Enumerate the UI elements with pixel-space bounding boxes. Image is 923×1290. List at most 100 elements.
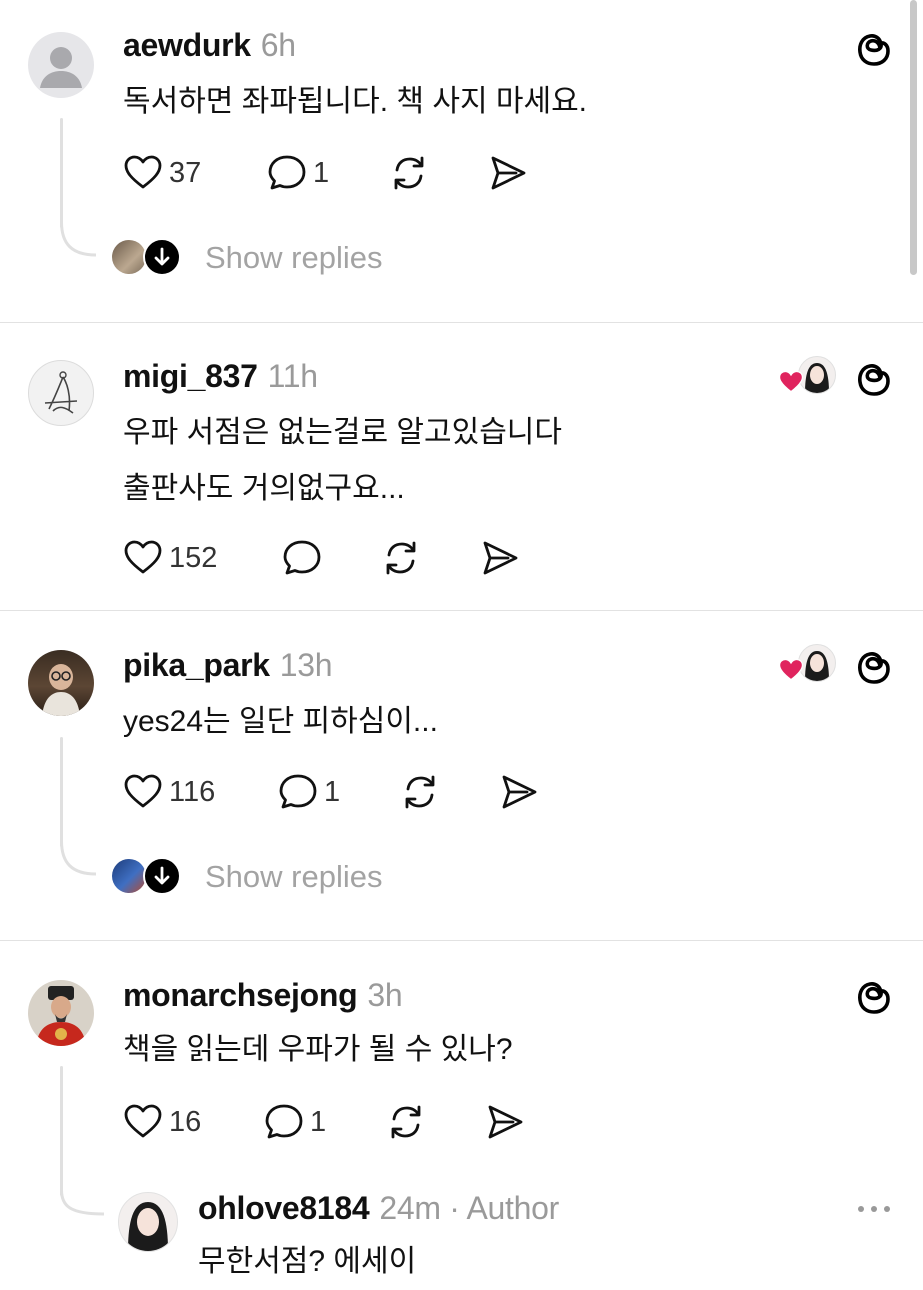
post-text-line: 책을 읽는데 우파가 될 수 있나? bbox=[123, 1033, 513, 1066]
send-icon bbox=[499, 772, 539, 812]
liked-heart-icon bbox=[778, 370, 804, 393]
avatar[interactable] bbox=[28, 980, 94, 1046]
show-replies-link[interactable]: Show replies bbox=[205, 240, 382, 276]
username[interactable]: aewdurk 6h bbox=[123, 27, 296, 64]
like-count: 16 bbox=[169, 1105, 202, 1138]
send-icon bbox=[488, 153, 528, 193]
divider bbox=[0, 322, 923, 323]
expand-badge[interactable] bbox=[143, 238, 181, 276]
avatar[interactable] bbox=[28, 650, 94, 716]
like-button[interactable]: 16 bbox=[123, 1102, 201, 1142]
send-icon bbox=[485, 1102, 525, 1142]
like-button[interactable]: 37 bbox=[123, 153, 201, 193]
king-portrait-avatar-image bbox=[36, 986, 86, 1046]
divider bbox=[0, 610, 923, 611]
reply-avatar bbox=[112, 859, 146, 893]
post-text: 독서하면 좌파됩니다. 책 사지 마세요. bbox=[123, 74, 587, 130]
comment-button[interactable]: 1 bbox=[264, 1102, 326, 1142]
heart-icon bbox=[123, 772, 163, 812]
share-button[interactable] bbox=[488, 153, 528, 193]
username-text[interactable]: aewdurk bbox=[123, 27, 251, 63]
heart-icon bbox=[123, 538, 163, 578]
post-text-line: 출판사도 거의없구요... bbox=[123, 472, 405, 505]
repost-icon bbox=[389, 153, 429, 193]
reply-avatar bbox=[112, 240, 146, 274]
comment-button[interactable]: 1 bbox=[278, 772, 340, 812]
share-button[interactable] bbox=[480, 538, 520, 578]
reply-text-line: 무한서점? 에세이 bbox=[198, 1245, 417, 1278]
thread-line bbox=[60, 118, 63, 228]
avatar[interactable] bbox=[28, 32, 94, 98]
username[interactable]: monarchsejong 3h bbox=[123, 977, 403, 1014]
comment-button[interactable]: 1 bbox=[267, 153, 329, 193]
more-dots-icon[interactable] bbox=[855, 1198, 893, 1220]
comment-bubble-icon bbox=[282, 538, 322, 578]
show-replies-link[interactable]: Show replies bbox=[205, 859, 382, 895]
post-text-line: 독서하면 좌파됩니다. 책 사지 마세요. bbox=[123, 85, 588, 118]
default-person-icon bbox=[40, 47, 82, 88]
post-text-line: 우파 서점은 없는걸로 알고있습니다 bbox=[123, 416, 563, 449]
arrow-down-icon bbox=[154, 866, 170, 885]
threads-logo-icon[interactable] bbox=[854, 647, 894, 687]
post-text: yes24는 일단 피하심이... bbox=[123, 694, 438, 750]
expand-badge[interactable] bbox=[143, 857, 181, 895]
repost-button[interactable] bbox=[400, 772, 440, 812]
like-count: 37 bbox=[169, 156, 202, 189]
threads-logo-icon[interactable] bbox=[854, 29, 894, 69]
heart-icon bbox=[123, 153, 163, 193]
timestamp: 13h bbox=[279, 647, 333, 683]
comment-bubble-icon bbox=[264, 1102, 304, 1142]
like-count: 116 bbox=[169, 775, 216, 808]
username-text[interactable]: monarchsejong bbox=[123, 977, 358, 1013]
comment-bubble-icon bbox=[267, 153, 307, 193]
divider bbox=[0, 940, 923, 941]
avatar[interactable] bbox=[28, 360, 94, 426]
like-count: 152 bbox=[169, 541, 218, 574]
thread-line bbox=[60, 737, 63, 847]
like-button[interactable]: 116 bbox=[123, 772, 215, 812]
reply-text: 무한서점? 에세이 bbox=[198, 1234, 416, 1290]
repost-button[interactable] bbox=[381, 538, 421, 578]
post-text-line: yes24는 일단 피하심이... bbox=[123, 705, 438, 738]
username-text[interactable]: pika_park bbox=[123, 647, 270, 683]
username-text[interactable]: ohlove8184 bbox=[198, 1190, 370, 1226]
threads-logo-icon[interactable] bbox=[854, 977, 894, 1017]
timestamp: 11h bbox=[267, 358, 318, 394]
threads-logo-icon[interactable] bbox=[854, 359, 894, 399]
thread-curve bbox=[60, 1190, 105, 1216]
username-text[interactable]: migi_837 bbox=[123, 358, 258, 394]
like-button[interactable]: 152 bbox=[123, 538, 217, 578]
reply-username[interactable]: ohlove8184 24m · Author bbox=[198, 1190, 559, 1227]
woman-portrait-image bbox=[805, 651, 829, 681]
username[interactable]: pika_park 13h bbox=[123, 647, 333, 684]
timestamp: 3h bbox=[367, 977, 403, 1013]
arrow-down-icon bbox=[154, 247, 170, 266]
reply-count: 1 bbox=[310, 1105, 327, 1138]
reply-author-avatar[interactable] bbox=[118, 1192, 178, 1252]
repost-button[interactable] bbox=[389, 153, 429, 193]
reply-meta: 24m · Author bbox=[379, 1190, 559, 1226]
reply-count: 1 bbox=[313, 156, 330, 189]
author-liked-indicator bbox=[778, 644, 836, 684]
scrollbar[interactable] bbox=[910, 0, 917, 275]
timestamp: 6h bbox=[260, 27, 296, 63]
share-button[interactable] bbox=[485, 1102, 525, 1142]
thread-curve bbox=[60, 222, 97, 257]
repost-icon bbox=[400, 772, 440, 812]
thread-line bbox=[60, 1066, 63, 1196]
woman-portrait-image bbox=[805, 363, 829, 393]
liked-heart-icon bbox=[778, 658, 804, 681]
repost-button[interactable] bbox=[386, 1102, 426, 1142]
reply-count: 1 bbox=[324, 775, 341, 808]
thread-curve bbox=[60, 841, 97, 876]
send-icon bbox=[480, 538, 520, 578]
heart-icon bbox=[123, 1102, 163, 1142]
username[interactable]: migi_837 11h bbox=[123, 358, 318, 395]
man-glasses-avatar-image bbox=[42, 664, 80, 716]
comment-bubble-icon bbox=[278, 772, 318, 812]
sketch-avatar-image bbox=[44, 371, 78, 414]
comment-button[interactable] bbox=[282, 538, 322, 578]
repost-icon bbox=[386, 1102, 426, 1142]
post-text: 책을 읽는데 우파가 될 수 있나? bbox=[123, 1022, 513, 1078]
share-button[interactable] bbox=[499, 772, 539, 812]
